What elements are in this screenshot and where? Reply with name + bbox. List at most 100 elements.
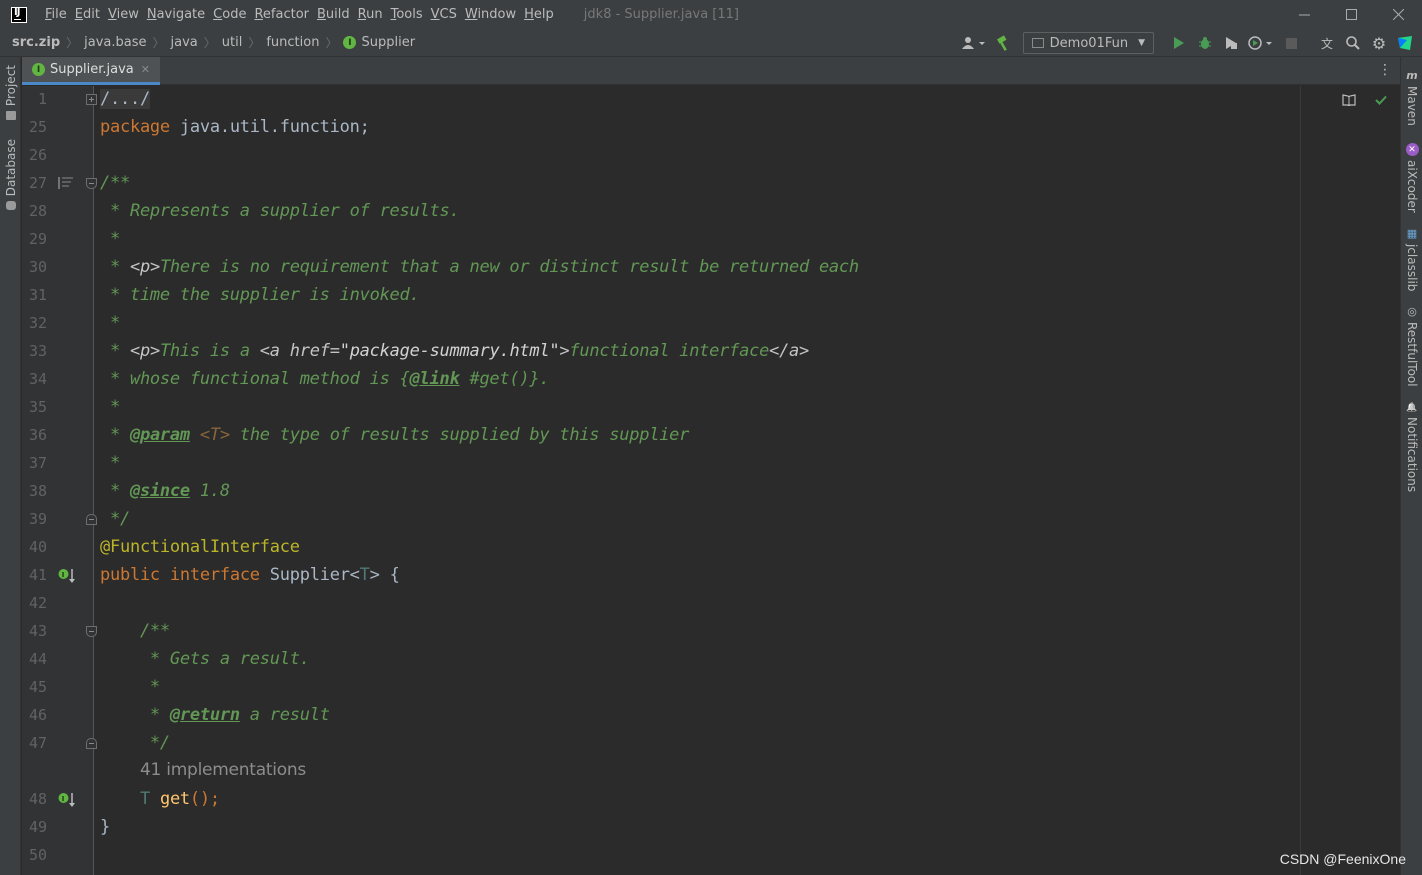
breadcrumb-separator-icon: 〉 xyxy=(248,36,261,50)
database-tab-label: Database xyxy=(3,139,18,197)
code-editor[interactable]: 1 /.../ 25 package java.util.function; 2… xyxy=(22,86,1400,875)
fold-collapse-icon[interactable] xyxy=(86,178,97,189)
line-number: 41 xyxy=(28,566,47,584)
fold-end-icon[interactable] xyxy=(86,514,97,525)
jclasslib-tab-label: jclasslib xyxy=(1405,244,1419,292)
close-window-button[interactable] xyxy=(1375,0,1422,29)
code-text: @FunctionalInterface xyxy=(100,537,300,557)
menu-view[interactable]: View xyxy=(108,7,139,22)
search-icon[interactable] xyxy=(1342,32,1364,54)
breadcrumb-src-zip[interactable]: src.zip xyxy=(12,35,60,50)
main-toolbar: Demo01Fun ▼ 文 ⚙ xyxy=(955,29,1416,57)
breadcrumb: src.zip 〉 java.base 〉 java 〉 util 〉 func… xyxy=(12,34,415,51)
run-configuration-select[interactable]: Demo01Fun ▼ xyxy=(1022,32,1154,54)
editor-tab-bar: I Supplier.java ✕ ⋮ xyxy=(22,57,1400,85)
code-text: * @param <T> the type of results supplie… xyxy=(100,425,690,445)
jclasslib-icon: ▦ xyxy=(1406,227,1418,240)
implemented-method-icon[interactable]: I xyxy=(58,792,75,807)
render-doc-icon[interactable] xyxy=(58,176,73,190)
debug-icon[interactable] xyxy=(1194,32,1216,54)
project-tool-tab[interactable]: Project xyxy=(0,65,21,121)
coverage-icon[interactable] xyxy=(1220,32,1242,54)
translate-icon[interactable]: 文 xyxy=(1316,32,1338,54)
line-number: 32 xyxy=(28,314,47,332)
breadcrumb-separator-icon: 〉 xyxy=(152,36,165,50)
implemented-interface-icon[interactable]: I xyxy=(58,568,75,583)
breadcrumb-function[interactable]: function xyxy=(266,35,319,50)
restfultool-tab-label: RestfulTool xyxy=(1405,322,1419,387)
settings-icon[interactable]: ⚙ xyxy=(1368,32,1390,54)
maven-tool-tab[interactable]: m Maven xyxy=(1401,69,1422,126)
editor-tab-supplier-java[interactable]: I Supplier.java ✕ xyxy=(22,57,160,85)
menu-navigate[interactable]: Navigate xyxy=(147,7,205,22)
database-tool-tab[interactable]: Database xyxy=(0,139,21,211)
menu-window[interactable]: Window xyxy=(465,7,516,22)
run-icon[interactable] xyxy=(1168,32,1190,54)
breadcrumb-separator-icon: 〉 xyxy=(325,36,338,50)
line-number: 30 xyxy=(28,258,47,276)
intellij-logo-icon: IJ xyxy=(11,6,27,23)
breadcrumb-util[interactable]: util xyxy=(222,35,243,50)
editor-tab-label: Supplier.java xyxy=(50,62,134,77)
jetbrains-toolbox-icon[interactable] xyxy=(1394,32,1416,54)
menu-refactor[interactable]: Refactor xyxy=(254,7,309,22)
line-number: 44 xyxy=(28,650,47,668)
line-number: 39 xyxy=(28,510,47,528)
folded-import-block[interactable]: /.../ xyxy=(100,89,150,109)
code-text: */ xyxy=(100,509,130,529)
implementations-hint[interactable]: 41 implementations xyxy=(140,760,306,780)
breadcrumb-java-base[interactable]: java.base xyxy=(84,35,146,50)
restfultool-tool-tab[interactable]: ◎ RestfulTool xyxy=(1401,305,1422,387)
code-line: 26 xyxy=(22,142,1400,170)
menu-code[interactable]: Code xyxy=(213,7,246,22)
code-text: * time the supplier is invoked. xyxy=(100,285,420,305)
code-text: * whose functional method is {@link #get… xyxy=(100,369,550,389)
profile-icon[interactable] xyxy=(1246,32,1276,54)
chevron-down-icon: ▼ xyxy=(1138,38,1145,48)
minimize-icon xyxy=(1299,14,1310,16)
aixcoder-tab-label: aiXcoder xyxy=(1405,160,1419,213)
menu-tools[interactable]: Tools xyxy=(391,7,423,22)
menu-help[interactable]: Help xyxy=(524,7,554,22)
line-number: 46 xyxy=(28,706,47,724)
line-number: 28 xyxy=(28,202,47,220)
breadcrumb-supplier[interactable]: Supplier xyxy=(361,35,415,50)
minimize-button[interactable] xyxy=(1281,0,1328,29)
code-text: * @since 1.8 xyxy=(100,481,230,501)
code-line: 38 * @since 1.8 xyxy=(22,478,1400,506)
build-hammer-icon[interactable] xyxy=(993,32,1015,54)
code-text: * @return a result xyxy=(100,705,330,725)
close-tab-icon[interactable]: ✕ xyxy=(141,63,150,76)
fold-expand-icon[interactable] xyxy=(86,94,97,105)
breadcrumb-java[interactable]: java xyxy=(171,35,198,50)
menu-build[interactable]: Build xyxy=(317,7,350,22)
notifications-tool-tab[interactable]: 🔔 Notifications xyxy=(1401,403,1422,492)
code-line: 30 * <p>There is no requirement that a n… xyxy=(22,254,1400,282)
line-number: 42 xyxy=(28,594,47,612)
maximize-button[interactable] xyxy=(1328,0,1375,29)
code-line: 45 * xyxy=(22,674,1400,702)
line-number: 40 xyxy=(28,538,47,556)
jclasslib-tool-tab[interactable]: ▦ jclasslib xyxy=(1401,227,1422,291)
code-line: 31 * time the supplier is invoked. xyxy=(22,282,1400,310)
aixcoder-tool-tab[interactable]: ✕ aiXcoder xyxy=(1401,143,1422,213)
line-number: 50 xyxy=(28,846,47,864)
user-icon[interactable] xyxy=(959,32,989,54)
code-text: package java.util.function; xyxy=(100,117,370,137)
code-text: 41 implementations xyxy=(100,760,306,780)
menu-file[interactable]: File xyxy=(45,7,67,22)
fold-collapse-icon[interactable] xyxy=(86,626,97,637)
menu-vcs[interactable]: VCS xyxy=(431,7,457,22)
fold-end-icon[interactable] xyxy=(86,738,97,749)
more-options-icon[interactable]: ⋮ xyxy=(1378,63,1392,77)
stop-icon[interactable] xyxy=(1280,32,1302,54)
code-text: */ xyxy=(100,733,170,753)
run-config-label: Demo01Fun xyxy=(1049,35,1129,51)
code-line: 43 /** xyxy=(22,618,1400,646)
globe-icon: ◎ xyxy=(1407,305,1417,318)
code-line: 49 } xyxy=(22,814,1400,842)
menu-run[interactable]: Run xyxy=(358,7,383,22)
code-line: 41 I public interface Supplier<T> { xyxy=(22,562,1400,590)
line-number: 33 xyxy=(28,342,47,360)
menu-edit[interactable]: Edit xyxy=(75,7,100,22)
